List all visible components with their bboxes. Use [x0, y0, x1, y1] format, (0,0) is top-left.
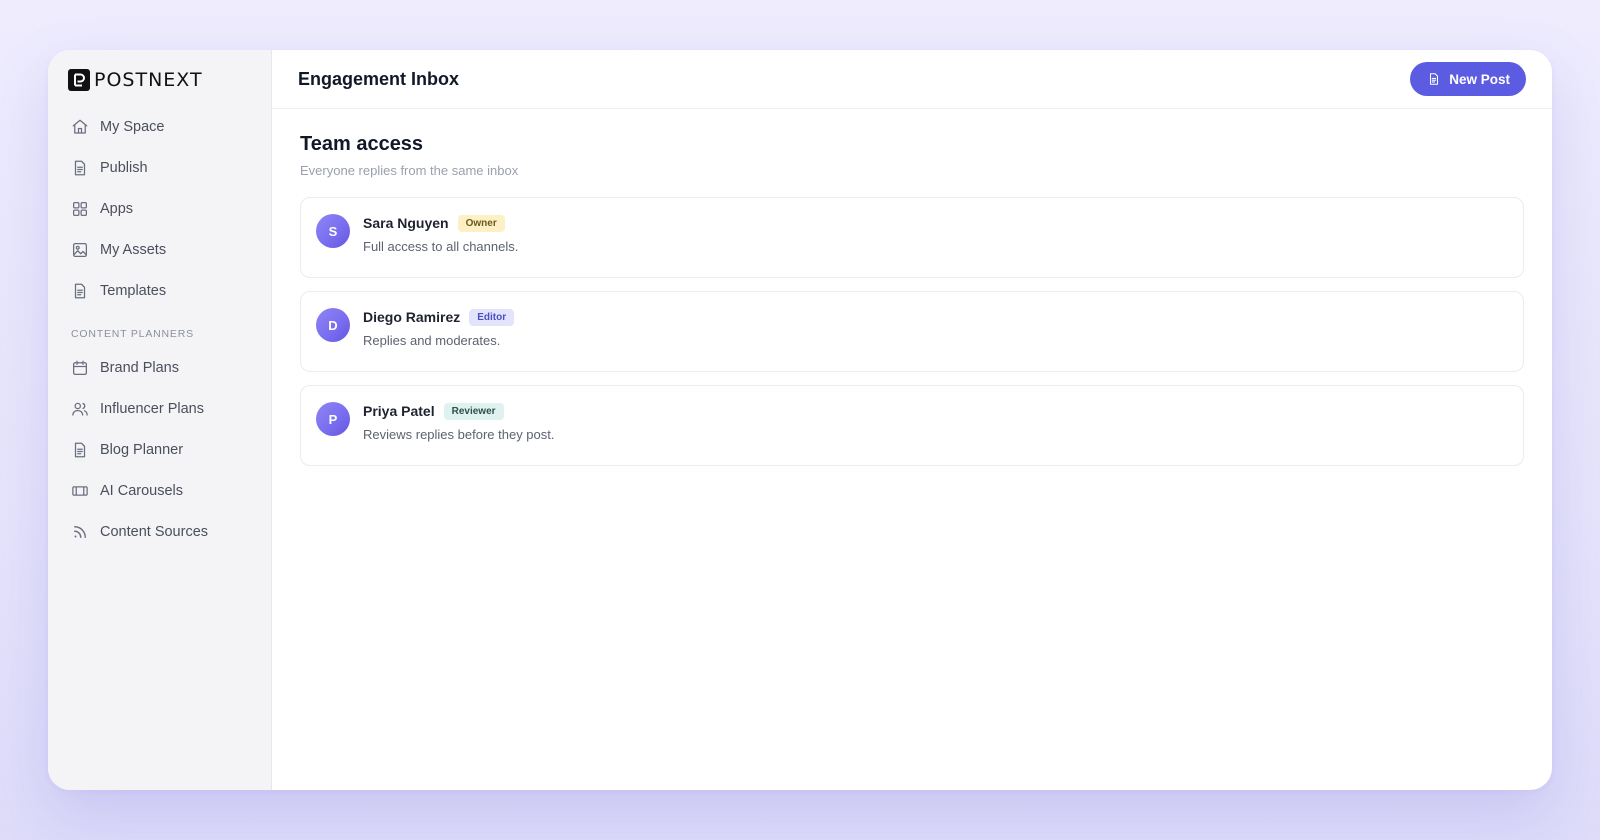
member-card[interactable]: S Sara Nguyen Owner Full access to all c…: [300, 197, 1524, 278]
document-icon: [71, 441, 89, 459]
logo[interactable]: POSTNEXT: [48, 68, 271, 92]
sidebar-item-my-space[interactable]: My Space: [48, 106, 271, 147]
member-name: Sara Nguyen: [363, 215, 449, 231]
sidebar-item-label: Influencer Plans: [100, 400, 204, 417]
sidebar-item-label: My Assets: [100, 241, 167, 258]
member-list: S Sara Nguyen Owner Full access to all c…: [300, 197, 1524, 466]
document-icon: [1430, 73, 1439, 85]
new-post-button[interactable]: New Post: [1410, 62, 1526, 96]
member-description: Full access to all channels.: [363, 239, 519, 254]
sidebar: POSTNEXT My Space Publish Apps My Assets…: [48, 50, 272, 790]
avatar: S: [316, 214, 350, 248]
sidebar-item-content-sources[interactable]: Content Sources: [48, 511, 271, 552]
home-icon: [71, 118, 89, 136]
new-post-label: New Post: [1449, 71, 1510, 87]
top-bar: Engagement Inbox New Post: [272, 50, 1552, 109]
rss-icon: [71, 523, 89, 541]
sidebar-section-title: CONTENT PLANNERS: [71, 328, 194, 340]
calendar-icon: [71, 359, 89, 377]
member-info: Priya Patel Reviewer Reviews replies bef…: [363, 402, 554, 465]
avatar: P: [316, 402, 350, 436]
sidebar-item-blog-planner[interactable]: Blog Planner: [48, 429, 271, 470]
sidebar-item-influencer-plans[interactable]: Influencer Plans: [48, 388, 271, 429]
team-access-section: Team access Everyone replies from the sa…: [272, 109, 1552, 466]
planner-nav: Brand Plans Influencer Plans Blog Planne…: [48, 347, 271, 552]
sidebar-item-label: Content Sources: [100, 523, 209, 540]
member-info: Sara Nguyen Owner Full access to all cha…: [363, 214, 518, 277]
sidebar-item-brand-plans[interactable]: Brand Plans: [48, 347, 271, 388]
member-name: Priya Patel: [363, 403, 435, 419]
member-card[interactable]: P Priya Patel Reviewer Reviews replies b…: [300, 385, 1524, 466]
sidebar-item-ai-carousels[interactable]: AI Carousels: [48, 470, 271, 511]
sidebar-item-label: Brand Plans: [100, 359, 179, 376]
document-icon: [71, 159, 89, 177]
section-subheading: Everyone replies from the same inbox: [300, 163, 519, 178]
sidebar-item-apps[interactable]: Apps: [48, 188, 271, 229]
member-name-row: Sara Nguyen Owner: [363, 214, 518, 232]
member-info: Diego Ramirez Editor Replies and moderat…: [363, 308, 515, 371]
section-heading: Team access: [300, 133, 424, 155]
image-icon: [71, 241, 89, 259]
sidebar-item-publish[interactable]: Publish: [48, 147, 271, 188]
sidebar-item-my-assets[interactable]: My Assets: [48, 229, 271, 270]
role-badge-editor: Editor: [469, 308, 515, 326]
role-badge-owner: Owner: [457, 214, 505, 232]
app-window: POSTNEXT My Space Publish Apps My Assets…: [48, 50, 1552, 790]
main-nav: My Space Publish Apps My Assets Template…: [48, 106, 271, 311]
member-description: Reviews replies before they post.: [363, 427, 555, 442]
grid-icon: [71, 200, 89, 218]
member-name-row: Diego Ramirez Editor: [363, 308, 515, 326]
logo-text: POSTNEXT: [94, 69, 203, 91]
logo-mark-icon: [68, 69, 90, 91]
document-icon: [71, 282, 89, 300]
sidebar-item-label: Blog Planner: [100, 441, 184, 458]
sidebar-item-label: My Space: [100, 118, 165, 135]
sidebar-item-label: AI Carousels: [100, 482, 184, 499]
sidebar-item-label: Apps: [100, 200, 134, 217]
sidebar-item-label: Publish: [100, 159, 148, 176]
sidebar-item-templates[interactable]: Templates: [48, 270, 271, 311]
carousel-icon: [71, 482, 89, 500]
member-name: Diego Ramirez: [363, 309, 461, 325]
users-icon: [71, 400, 89, 418]
member-description: Replies and moderates.: [363, 333, 501, 348]
member-name-row: Priya Patel Reviewer: [363, 402, 554, 420]
role-badge-reviewer: Reviewer: [443, 402, 504, 420]
member-card[interactable]: D Diego Ramirez Editor Replies and moder…: [300, 291, 1524, 372]
main-panel: Engagement Inbox New Post Team access Ev…: [272, 50, 1552, 790]
page-title: Engagement Inbox: [298, 68, 460, 89]
sidebar-item-label: Templates: [100, 282, 167, 299]
avatar: D: [316, 308, 350, 342]
